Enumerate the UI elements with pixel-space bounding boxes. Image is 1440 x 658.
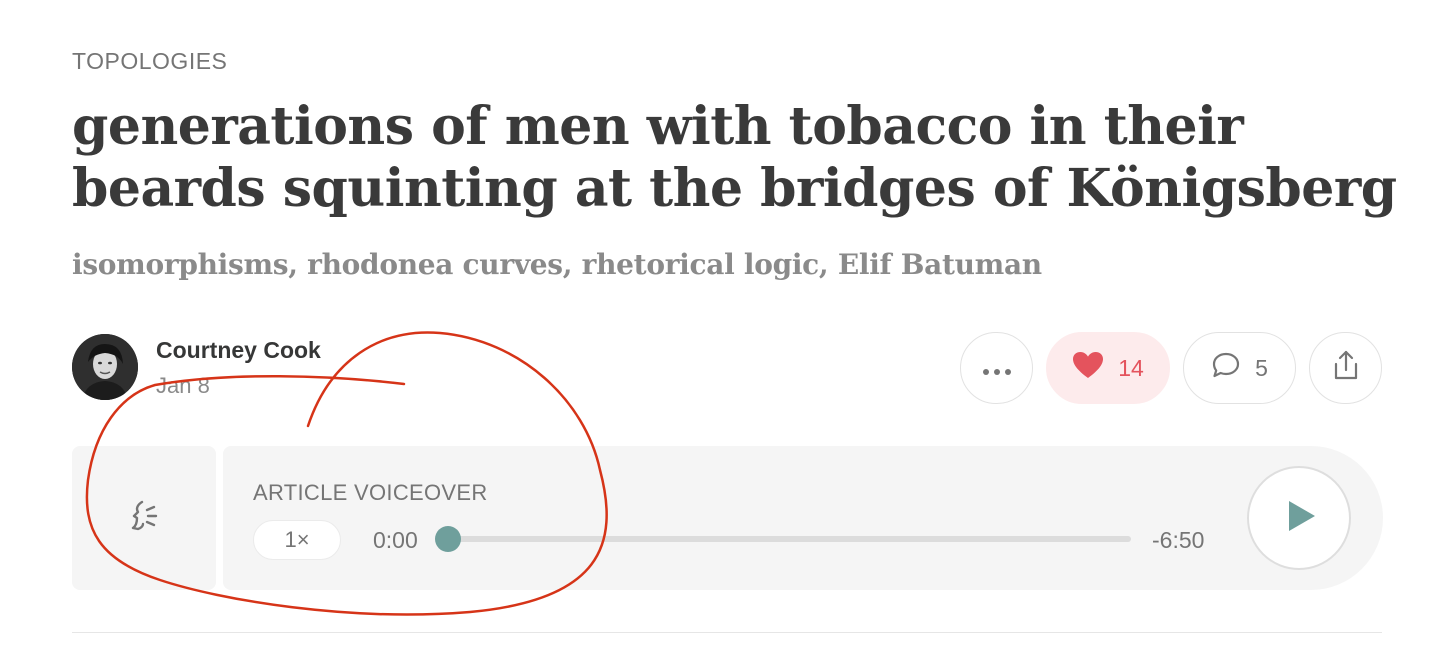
ellipsis-icon — [982, 355, 1012, 382]
play-icon — [1279, 496, 1319, 541]
time-remaining: -6:50 — [1152, 527, 1205, 553]
share-icon — [1332, 349, 1360, 387]
comment-count: 5 — [1255, 354, 1268, 381]
heart-icon — [1072, 351, 1104, 385]
voiceover-player: ARTICLE VOICEOVER 1× 0:00 -6:50 — [223, 446, 1383, 590]
avatar[interactable] — [72, 334, 138, 400]
post-date: Jan 8 — [156, 373, 210, 398]
speech-bubble-icon — [1211, 351, 1241, 385]
section-label[interactable]: TOPOLOGIES — [72, 48, 227, 75]
author-name[interactable]: Courtney Cook — [156, 337, 321, 364]
progress-track[interactable] — [435, 526, 1131, 552]
share-button[interactable] — [1309, 332, 1382, 404]
play-button[interactable] — [1247, 466, 1351, 570]
like-button[interactable]: 14 — [1046, 332, 1170, 404]
progress-thumb[interactable] — [435, 526, 461, 552]
post-subtitle: isomorphisms, rhodonea curves, rhetorica… — [72, 248, 1042, 281]
more-options-button[interactable] — [960, 332, 1033, 404]
time-elapsed: 0:00 — [373, 527, 418, 553]
like-count: 14 — [1118, 354, 1144, 381]
playback-speed-button[interactable]: 1× — [253, 520, 341, 560]
voiceover-label: ARTICLE VOICEOVER — [253, 480, 488, 505]
divider — [72, 632, 1382, 633]
speaking-head-icon — [124, 496, 164, 541]
comment-button[interactable]: 5 — [1183, 332, 1296, 404]
post-title: generations of men with tobacco in their… — [72, 96, 1397, 219]
voiceover-icon-box — [72, 446, 216, 590]
